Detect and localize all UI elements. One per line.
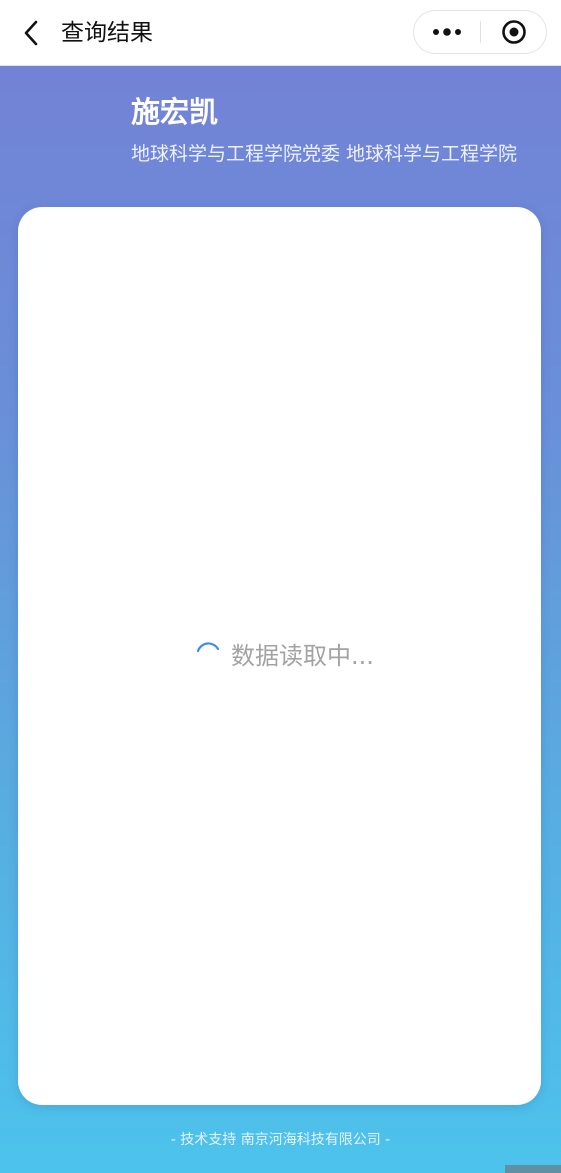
close-button[interactable]: [481, 11, 547, 53]
more-button[interactable]: [414, 11, 480, 53]
target-circle-icon: [502, 20, 526, 44]
more-dots-icon: [433, 28, 461, 36]
top-navbar: 查询结果: [0, 0, 561, 66]
spinner-icon: [196, 642, 220, 653]
page-title: 查询结果: [61, 20, 153, 46]
chevron-left-icon: [24, 20, 38, 46]
result-card: 数据读取中...: [18, 207, 541, 1105]
result-page: 查询结果 施宏凯 地球科学与工程学院党委 地球科学与工程学院 数据读取中... …: [0, 0, 561, 1173]
person-name: 施宏凯: [131, 95, 219, 129]
loading-text: 数据读取中...: [231, 642, 374, 670]
person-department: 地球科学与工程学院党委 地球科学与工程学院: [131, 143, 518, 165]
back-button[interactable]: [14, 16, 48, 50]
scroll-indicator: [505, 1165, 561, 1173]
footer-credit: - 技术支持 南京河海科技有限公司 -: [170, 1132, 391, 1148]
mini-program-capsule: [413, 10, 547, 54]
loading-indicator: 数据读取中...: [194, 640, 374, 672]
